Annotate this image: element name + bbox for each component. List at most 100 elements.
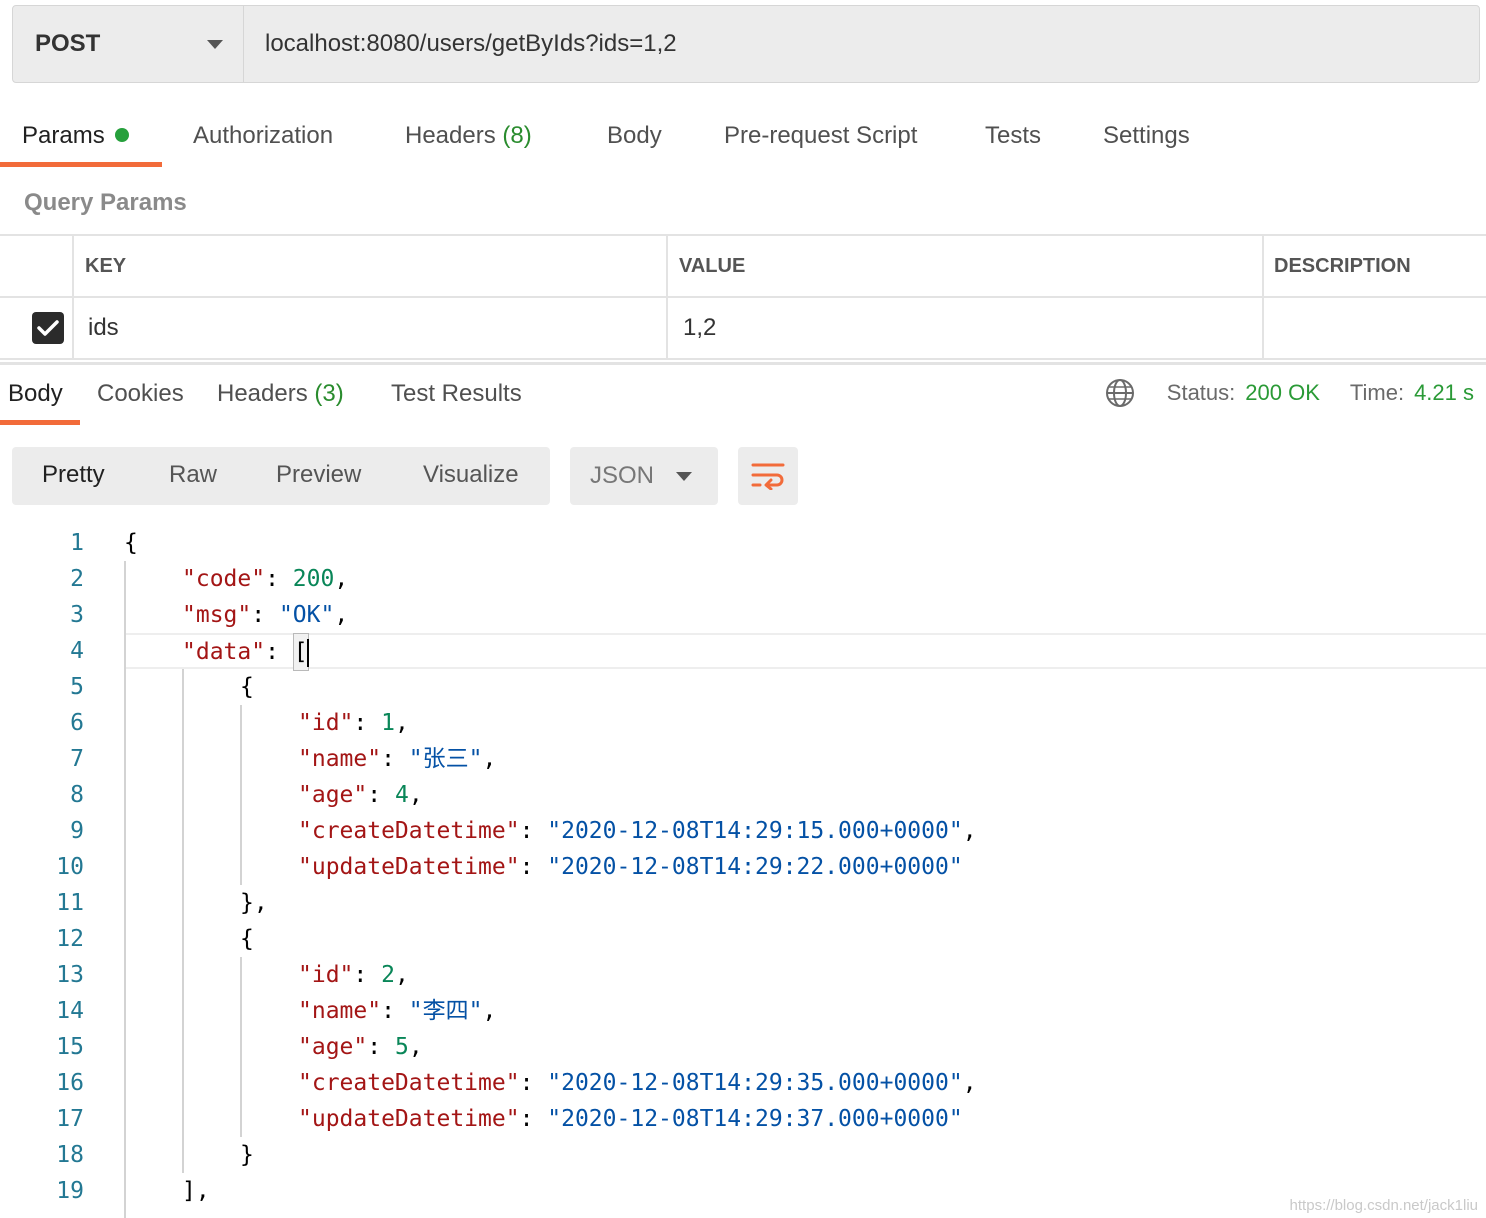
code-line: 4 "data": [ — [0, 633, 1486, 671]
table-header-row: KEY VALUE DESCRIPTION — [0, 236, 1486, 298]
tab-authorization[interactable]: Authorization — [193, 122, 333, 150]
line-number: 15 — [56, 1034, 84, 1060]
status-label: Status: — [1166, 380, 1236, 405]
status-value: 200 OK — [1245, 380, 1320, 405]
tab-pre-request-script[interactable]: Pre-request Script — [724, 122, 917, 150]
code-text: "updateDatetime": "2020-12-08T14:29:37.0… — [298, 1106, 963, 1132]
tab-label: Params — [22, 122, 105, 149]
line-number: 14 — [56, 998, 84, 1024]
code-line: 9 "createDatetime": "2020-12-08T14:29:15.… — [0, 813, 1486, 849]
tab-count: (8) — [502, 122, 532, 149]
response-body-editor[interactable]: 1{2 "code": 200, 3 "msg": "OK", 4 "data": [5{… — [0, 525, 1486, 1218]
code-text: } — [240, 1142, 254, 1168]
view-preview-button[interactable]: Preview — [276, 461, 361, 489]
wrap-lines-button[interactable] — [738, 447, 798, 505]
line-number: 18 — [56, 1142, 84, 1168]
tab-label: Pre-request Script — [724, 122, 918, 149]
code-line: 13 "id": 2, — [0, 957, 1486, 993]
code-line: 16 "createDatetime": "2020-12-08T14:29:35… — [0, 1065, 1486, 1101]
code-text: "data": [ — [182, 633, 309, 671]
column-divider — [1262, 298, 1264, 358]
active-params-dot-icon — [114, 127, 129, 142]
line-number: 10 — [56, 854, 84, 880]
code-line: 17 "updateDatetime": "2020-12-08T14:29:37… — [0, 1101, 1486, 1137]
tab-label: Settings — [1103, 122, 1190, 149]
view-raw-button[interactable]: Raw — [169, 461, 217, 489]
line-number: 8 — [70, 782, 84, 808]
line-number: 12 — [56, 926, 84, 952]
tab-response-headers[interactable]: Headers (3) — [217, 380, 344, 408]
code-text: "age": 4, — [298, 782, 423, 808]
url-input[interactable]: localhost:8080/users/getByIds?ids=1,2 — [244, 30, 1479, 58]
view-pretty-button[interactable]: Pretty — [42, 461, 105, 489]
tab-count: (3) — [314, 380, 344, 407]
code-text: { — [240, 926, 254, 952]
time-label: Time: — [1349, 380, 1405, 405]
line-number: 9 — [70, 818, 84, 844]
param-enabled-checkbox[interactable] — [32, 298, 64, 358]
line-number: 6 — [70, 710, 84, 736]
line-number: 16 — [56, 1070, 84, 1096]
param-value-input[interactable]: 1,2 — [683, 298, 716, 358]
code-text: "name": "张三", — [298, 746, 497, 772]
watermark: https://blog.csdn.net/jack1liu — [1289, 1197, 1478, 1214]
line-number: 19 — [56, 1178, 84, 1204]
request-url-bar: POST localhost:8080/users/getByIds?ids=1… — [12, 5, 1480, 83]
code-text: { — [240, 674, 254, 700]
code-line: 1{ — [0, 525, 1486, 561]
tab-settings[interactable]: Settings — [1103, 122, 1190, 150]
param-key-input[interactable]: ids — [88, 298, 119, 358]
table-row: ids 1,2 — [0, 298, 1486, 360]
chevron-down-icon — [207, 39, 223, 49]
active-tab-indicator — [0, 162, 162, 167]
method-select[interactable]: POST — [13, 6, 244, 82]
line-number: 13 — [56, 962, 84, 988]
line-number: 5 — [70, 674, 84, 700]
wrap-lines-icon — [751, 463, 785, 490]
code-line: 3 "msg": "OK", — [0, 597, 1486, 633]
code-line: 10 "updateDatetime": "2020-12-08T14:29:22… — [0, 849, 1486, 885]
code-text: "id": 2, — [298, 962, 409, 988]
code-line: 2 "code": 200, — [0, 561, 1486, 597]
response-status: Status: 200 OK Time: 4.21 s — [1105, 378, 1474, 408]
format-select[interactable]: JSON — [570, 447, 718, 505]
checkmark-icon — [32, 312, 64, 344]
view-visualize-button[interactable]: Visualize — [423, 461, 519, 489]
method-label: POST — [35, 30, 101, 57]
tab-label: Body — [607, 122, 662, 149]
tab-label: Test Results — [391, 380, 522, 407]
tab-label: Headers — [217, 380, 308, 407]
globe-icon[interactable] — [1105, 378, 1135, 408]
query-params-table: KEY VALUE DESCRIPTION ids 1,2 — [0, 234, 1486, 360]
column-divider — [666, 298, 668, 358]
tab-label: Headers — [405, 122, 496, 149]
tab-cookies[interactable]: Cookies — [97, 380, 184, 408]
code-line: 7 "name": "张三", — [0, 741, 1486, 777]
view-mode-group: Pretty Raw Preview Visualize — [12, 447, 550, 505]
code-text: { — [124, 530, 138, 556]
line-number: 3 — [70, 602, 84, 628]
tab-test-results[interactable]: Test Results — [391, 380, 522, 408]
code-text: "createDatetime": "2020-12-08T14:29:35.0… — [298, 1070, 977, 1096]
code-line: 19], — [0, 1173, 1486, 1209]
column-header-value: VALUE — [679, 254, 746, 277]
column-divider — [72, 236, 74, 296]
tab-tests[interactable]: Tests — [985, 122, 1041, 150]
code-line: 11}, — [0, 885, 1486, 921]
code-text: ], — [182, 1178, 210, 1204]
active-response-tab-indicator — [0, 420, 80, 425]
code-line: 5{ — [0, 669, 1486, 705]
tab-response-body[interactable]: Body — [8, 380, 63, 408]
tab-label: Cookies — [97, 380, 184, 407]
tab-headers[interactable]: Headers (8) — [405, 122, 532, 150]
tab-label: Tests — [985, 122, 1042, 149]
column-divider — [1262, 236, 1264, 296]
tab-params[interactable]: Params — [22, 122, 129, 150]
code-line: 18} — [0, 1137, 1486, 1173]
param-description-input[interactable] — [1276, 298, 1476, 358]
code-line: 8 "age": 4, — [0, 777, 1486, 813]
line-number: 17 — [56, 1106, 84, 1132]
query-params-title: Query Params — [24, 189, 187, 216]
tab-label: Authorization — [193, 122, 334, 149]
tab-body[interactable]: Body — [607, 122, 662, 150]
